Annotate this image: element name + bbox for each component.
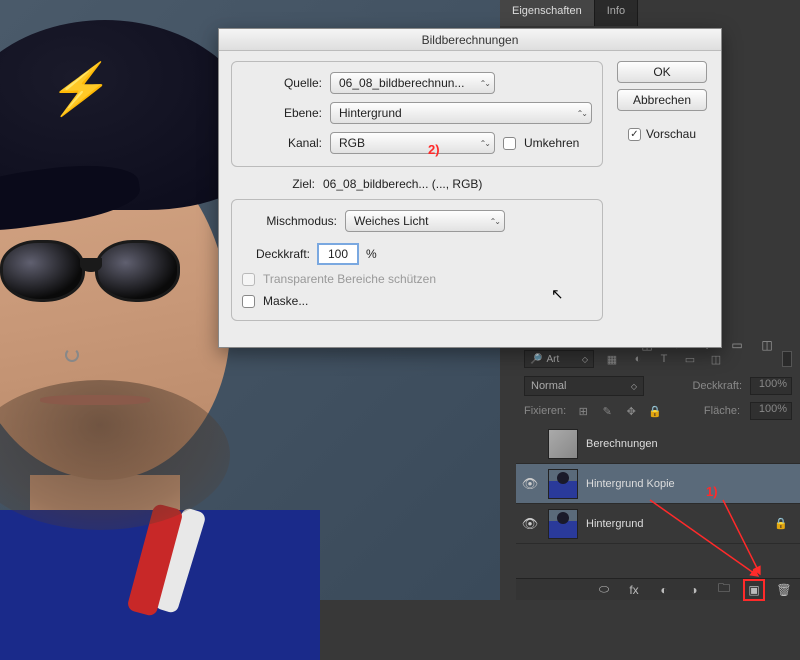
mask-label: Maske... (263, 294, 308, 308)
ok-button[interactable]: OK (617, 61, 707, 83)
channel-select[interactable]: RGB (330, 132, 495, 154)
layer-thumbnail[interactable] (548, 469, 578, 499)
filter-shape-icon[interactable]: ▭ (682, 351, 698, 367)
source-fieldset: Quelle: 06_08_bildberechnun... Ebene: Hi… (231, 61, 603, 167)
transparent-checkbox (242, 273, 255, 286)
cancel-button[interactable]: Abbrechen (617, 89, 707, 111)
source-label: Quelle: (242, 76, 322, 90)
invert-checkbox[interactable] (503, 137, 516, 150)
layer-filter-select[interactable]: 🔎 Art ◇ (524, 350, 594, 368)
blendmode-value: Weiches Licht (354, 214, 428, 228)
blend-opacity-row: Normal ◇ Deckkraft: 100% (516, 372, 800, 400)
bildberechnungen-dialog: Bildberechnungen Quelle: 06_08_bildberec… (218, 28, 722, 348)
channel-value: RGB (339, 136, 365, 150)
blend-mode-value: Normal (531, 380, 566, 392)
opacity-unit: % (366, 247, 377, 261)
transparent-label: Transparente Bereiche schützen (263, 272, 436, 286)
opacity-label: Deckkraft: (242, 247, 310, 261)
target-label: Ziel: (235, 177, 315, 191)
mask-checkbox[interactable] (242, 295, 255, 308)
fill-label: Fläche: (704, 405, 740, 417)
filter-smart-icon[interactable]: ◫ (708, 351, 724, 367)
tab-eigenschaften[interactable]: Eigenschaften (500, 0, 595, 26)
layer-row[interactable]: Berechnungen (516, 424, 800, 464)
opacity-label: Deckkraft: (692, 380, 742, 392)
blendmode-select[interactable]: Weiches Licht (345, 210, 505, 232)
channel-label: Kanal: (242, 136, 322, 150)
cursor-icon: ↖ (551, 285, 564, 303)
blend-mode-select[interactable]: Normal ◇ (524, 376, 644, 396)
visibility-toggle[interactable]: 👁 (520, 516, 540, 532)
fx-icon[interactable]: fx (626, 582, 642, 598)
filter-toggle[interactable] (782, 351, 792, 367)
filter-pixel-icon[interactable]: ▦ (604, 351, 620, 367)
dialog-title: Bildberechnungen (219, 29, 721, 51)
preview-checkbox[interactable]: ✓ (628, 128, 641, 141)
annotation-arrow-1 (648, 498, 768, 588)
layer-select[interactable]: Hintergrund (330, 102, 592, 124)
properties-tab-strip: Eigenschaften Info (500, 0, 800, 26)
annotation-1: 1) (706, 484, 718, 499)
lock-pixels-icon[interactable]: ⊞ (576, 404, 590, 418)
layer-name[interactable]: Berechnungen (586, 438, 796, 450)
target-value: 06_08_bildberech... (..., RGB) (323, 177, 482, 191)
source-select[interactable]: 06_08_bildberechnun... (330, 72, 495, 94)
opacity-input[interactable] (318, 244, 358, 264)
filter-label: Art (546, 354, 559, 365)
source-value: 06_08_bildberechnun... (339, 76, 464, 90)
layer-thumbnail[interactable] (548, 509, 578, 539)
layer-label: Ebene: (242, 106, 322, 120)
filter-adjust-icon[interactable]: ◐ (630, 351, 646, 367)
filter-type-icon[interactable]: T (656, 351, 672, 367)
lock-move-icon[interactable]: ✥ (624, 404, 638, 418)
preview-label: Vorschau (646, 127, 696, 141)
tab-info[interactable]: Info (595, 0, 638, 26)
blend-fieldset: Mischmodus: Weiches Licht Deckkraft: % T… (231, 199, 603, 321)
search-icon: 🔎 (530, 354, 542, 365)
layer-name[interactable]: Hintergrund Kopie (586, 478, 796, 490)
blendmode-label: Mischmodus: (242, 214, 337, 228)
invert-label: Umkehren (524, 136, 579, 150)
layer-value: Hintergrund (339, 106, 402, 120)
visibility-toggle[interactable]: 👁 (520, 476, 540, 492)
layer-thumbnail[interactable] (548, 429, 578, 459)
delete-icon[interactable]: 🗑 (776, 582, 792, 598)
link-layers-icon[interactable]: ⬭ (596, 582, 612, 598)
lock-all-icon[interactable]: 🔒 (648, 404, 662, 418)
annotation-2: 2) (428, 142, 440, 157)
lock-label: Fixieren: (524, 405, 566, 417)
cap-bolt-icon: ⚡ (46, 60, 117, 119)
layer-filter-row: 🔎 Art ◇ ▦ ◐ T ▭ ◫ (516, 346, 800, 372)
fill-field[interactable]: 100% (750, 402, 792, 420)
lock-icon: 🔒 (774, 517, 796, 530)
lock-brush-icon[interactable]: ✎ (600, 404, 614, 418)
opacity-field[interactable]: 100% (750, 377, 792, 395)
lock-fill-row: Fixieren: ⊞ ✎ ✥ 🔒 Fläche: 100% (516, 398, 800, 424)
